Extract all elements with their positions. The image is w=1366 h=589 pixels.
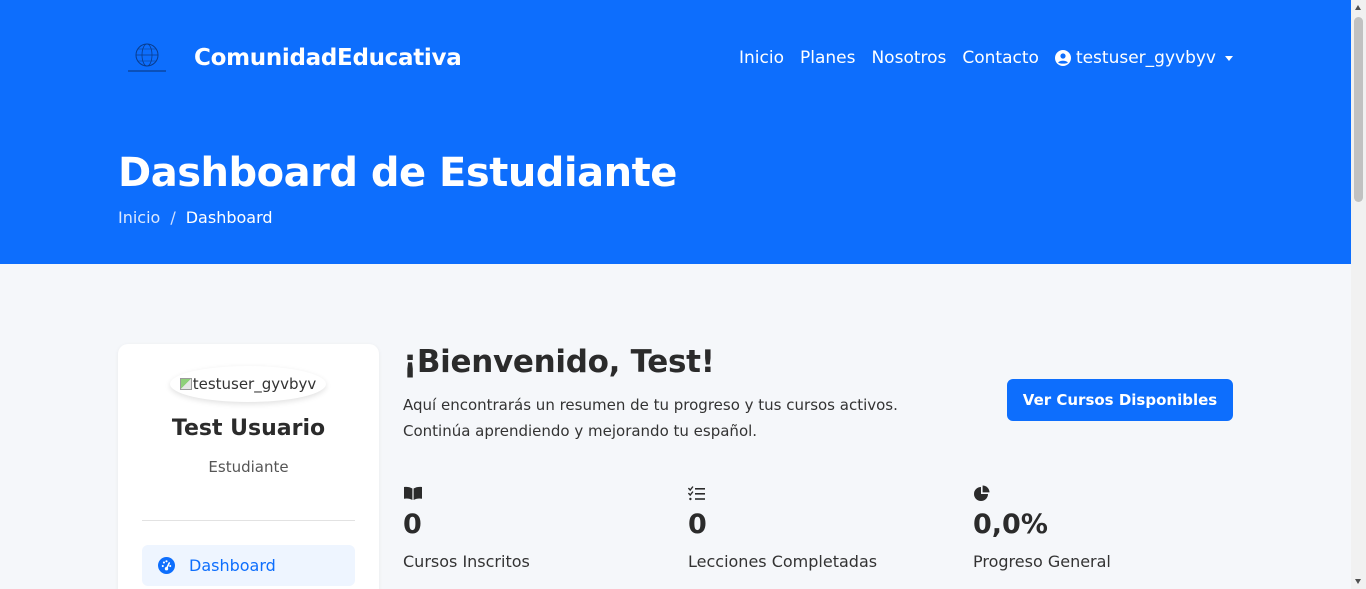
stat-courses-enrolled: 0 Cursos Inscritos [403, 484, 663, 571]
scroll-up-arrow-icon[interactable] [1355, 5, 1361, 10]
welcome-line-1: Aquí encontrarás un resumen de tu progre… [403, 396, 898, 414]
user-menu-label: testuser_gyvbyv [1075, 48, 1216, 68]
welcome-text: Aquí encontrarás un resumen de tu progre… [403, 392, 983, 444]
book-open-icon [403, 484, 663, 502]
brand-name: ComunidadEducativa [194, 45, 462, 71]
caret-down-icon [1225, 55, 1233, 61]
checklist-icon [688, 484, 948, 502]
breadcrumb-current: Dashboard [185, 208, 273, 227]
nav-link-nosotros[interactable]: Nosotros [871, 48, 946, 68]
breadcrumb-link-inicio[interactable]: Inicio [118, 208, 160, 227]
avatar: testuser_gyvbyv [170, 366, 326, 402]
broken-image-icon [179, 378, 192, 390]
user-menu-dropdown[interactable]: testuser_gyvbyv [1054, 48, 1233, 68]
breadcrumb-separator: / [170, 208, 176, 227]
sidebar-item-label: Dashboard [189, 556, 276, 575]
divider [142, 520, 355, 521]
view-courses-button[interactable]: Ver Cursos Disponibles [1007, 379, 1233, 421]
vertical-scrollbar[interactable] [1351, 0, 1366, 589]
user-circle-icon [1054, 50, 1071, 66]
welcome-title: ¡Bienvenido, Test! [403, 344, 715, 380]
nav-link-planes[interactable]: Planes [800, 48, 855, 68]
globe-logo-icon [118, 38, 176, 78]
page-title: Dashboard de Estudiante [118, 150, 677, 196]
stat-value: 0 [688, 509, 707, 540]
pie-chart-icon [973, 484, 1233, 502]
sidebar-item-dashboard[interactable]: Dashboard [142, 545, 355, 586]
profile-card: testuser_gyvbyv Test Usuario Estudiante … [118, 344, 379, 589]
breadcrumb: Inicio / Dashboard [118, 208, 273, 227]
stat-label: Cursos Inscritos [403, 552, 530, 571]
scroll-down-arrow-icon[interactable] [1355, 579, 1361, 584]
stat-label: Lecciones Completadas [688, 552, 878, 571]
navbar: ComunidadEducativa Inicio Planes Nosotro… [118, 28, 1233, 88]
brand-link[interactable]: ComunidadEducativa [118, 28, 462, 88]
profile-role: Estudiante [208, 458, 289, 476]
stat-value: 0,0% [973, 509, 1048, 540]
profile-name: Test Usuario [171, 416, 326, 441]
stat-overall-progress: 0,0% Progreso General [973, 484, 1233, 571]
nav-menu: Inicio Planes Nosotros Contacto testuser… [739, 28, 1233, 88]
stat-value: 0 [403, 509, 422, 540]
avatar-alt-text: testuser_gyvbyv [192, 375, 317, 393]
stat-lessons-completed: 0 Lecciones Completadas [688, 484, 948, 571]
nav-link-contacto[interactable]: Contacto [962, 48, 1039, 68]
stat-label: Progreso General [973, 552, 1111, 571]
nav-link-inicio[interactable]: Inicio [739, 48, 784, 68]
scrollbar-thumb[interactable] [1354, 17, 1363, 202]
welcome-line-2: Continúa aprendiendo y mejorando tu espa… [403, 422, 758, 440]
page-header: ComunidadEducativa Inicio Planes Nosotro… [0, 0, 1351, 264]
gauge-icon [158, 557, 175, 574]
